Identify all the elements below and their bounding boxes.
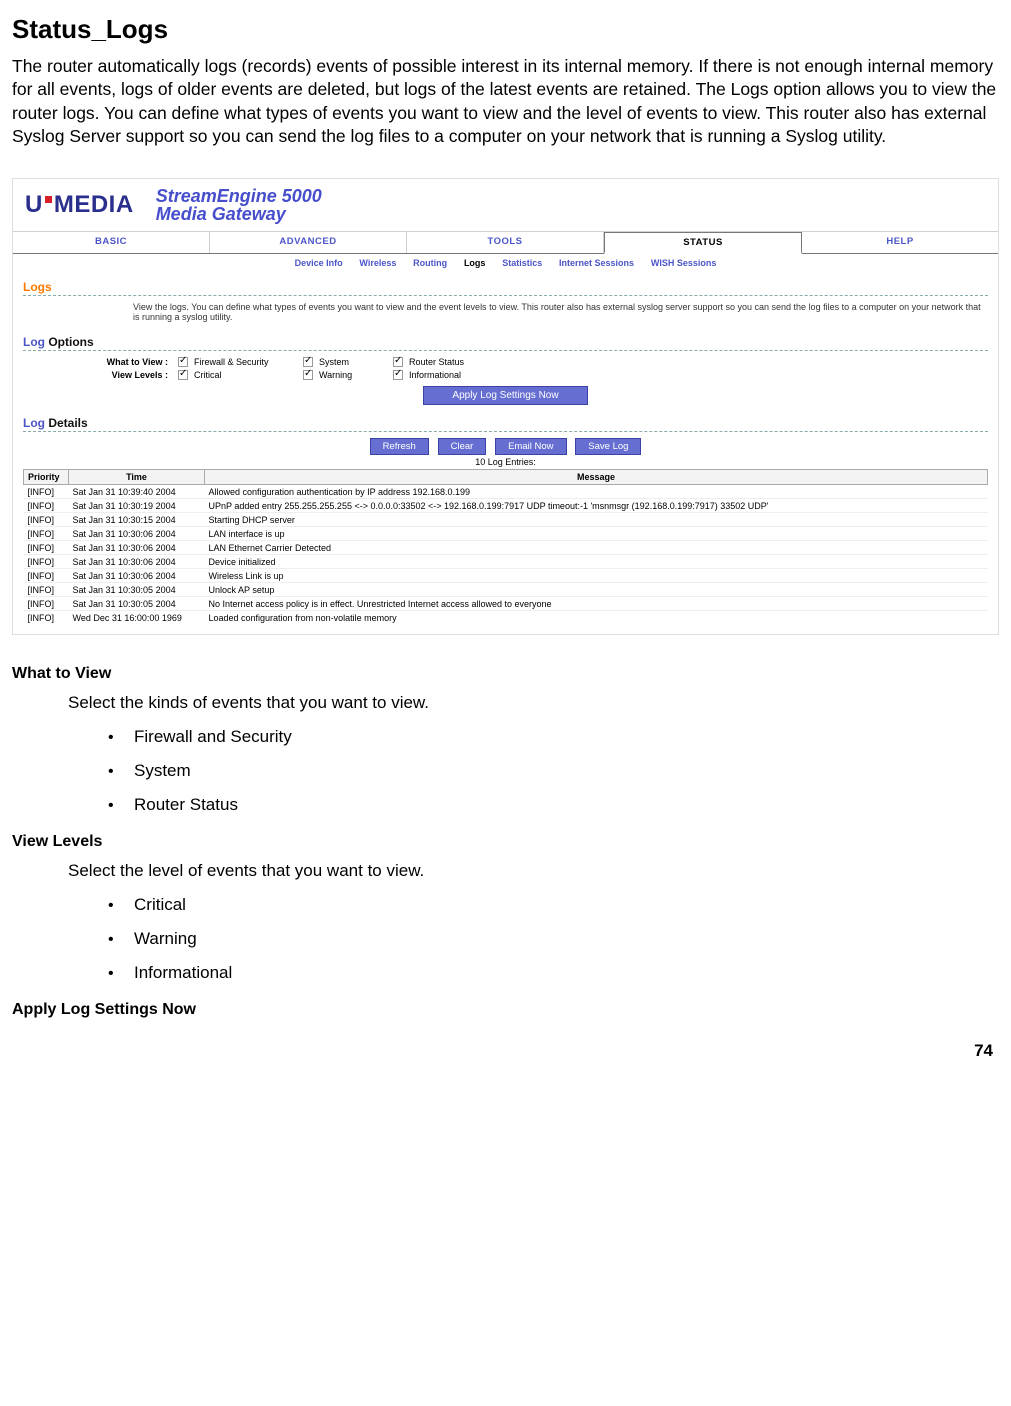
tab-help[interactable]: HELP — [802, 232, 998, 253]
col-time: Time — [69, 470, 205, 485]
list-item: Informational — [108, 963, 999, 983]
def-apply-log-settings: Apply Log Settings Now — [12, 1001, 999, 1019]
tab-tools[interactable]: TOOLS — [407, 232, 604, 253]
what-to-view-row: What to View : Firewall & Security Syste… — [53, 357, 988, 367]
subtab-wireless[interactable]: Wireless — [359, 258, 396, 268]
table-row: [INFO]Sat Jan 31 10:30:06 2004Device ini… — [24, 555, 988, 569]
list-item: Firewall and Security — [108, 727, 999, 747]
def-view-levels-text: Select the level of events that you want… — [68, 861, 999, 881]
table-row: [INFO]Sat Jan 31 10:30:15 2004Starting D… — [24, 513, 988, 527]
subtab-routing[interactable]: Routing — [413, 258, 447, 268]
product-name: StreamEngine 5000 Media Gateway — [156, 187, 322, 223]
list-item: Router Status — [108, 795, 999, 815]
main-nav: BASIC ADVANCED TOOLS STATUS HELP — [13, 231, 998, 254]
logo-u: U — [25, 191, 43, 219]
col-message: Message — [205, 470, 988, 485]
option-system: System — [319, 357, 349, 367]
option-informational: Informational — [409, 370, 461, 380]
log-table: Priority Time Message [INFO]Sat Jan 31 1… — [23, 469, 988, 624]
log-entries-count: 10 Log Entries: — [23, 457, 988, 467]
clear-button[interactable]: Clear — [438, 438, 487, 455]
subtab-wish-sessions[interactable]: WISH Sessions — [651, 258, 717, 268]
checkbox-informational[interactable] — [393, 370, 403, 380]
refresh-button[interactable]: Refresh — [370, 438, 429, 455]
product-line-2: Media Gateway — [156, 205, 322, 223]
option-warning: Warning — [319, 370, 352, 380]
brand-logo: U MEDIA — [25, 191, 134, 219]
option-router-status: Router Status — [409, 357, 464, 367]
option-critical: Critical — [194, 370, 222, 380]
sub-nav: Device Info Wireless Routing Logs Statis… — [13, 254, 998, 273]
logo-red-square-icon — [45, 196, 52, 203]
section-logs-header: Logs — [23, 277, 988, 296]
save-log-button[interactable]: Save Log — [575, 438, 641, 455]
list-item: System — [108, 761, 999, 781]
checkbox-router-status[interactable] — [393, 357, 403, 367]
table-row: [INFO]Sat Jan 31 10:30:06 2004LAN Ethern… — [24, 541, 988, 555]
view-levels-row: View Levels : Critical Warning Informati… — [53, 370, 988, 380]
subtab-logs[interactable]: Logs — [464, 258, 486, 268]
col-priority: Priority — [24, 470, 69, 485]
what-to-view-label: What to View : — [53, 357, 168, 367]
checkbox-firewall-security[interactable] — [178, 357, 188, 367]
table-row: [INFO]Sat Jan 31 10:30:05 2004No Interne… — [24, 597, 988, 611]
table-row: [INFO]Sat Jan 31 10:30:19 2004UPnP added… — [24, 499, 988, 513]
view-levels-label: View Levels : — [53, 370, 168, 380]
section-log-details-header: Log Details — [23, 413, 988, 432]
tab-basic[interactable]: BASIC — [13, 232, 210, 253]
list-item: Critical — [108, 895, 999, 915]
table-row: [INFO]Sat Jan 31 10:30:06 2004LAN interf… — [24, 527, 988, 541]
email-now-button[interactable]: Email Now — [495, 438, 566, 455]
def-what-to-view: What to View — [12, 665, 999, 683]
header-banner: U MEDIA StreamEngine 5000 Media Gateway — [13, 179, 998, 231]
table-row: [INFO]Wed Dec 31 16:00:00 1969Loaded con… — [24, 611, 988, 625]
checkbox-critical[interactable] — [178, 370, 188, 380]
table-row: [INFO]Sat Jan 31 10:39:40 2004Allowed co… — [24, 485, 988, 499]
def-view-levels: View Levels — [12, 833, 999, 851]
subtab-device-info[interactable]: Device Info — [295, 258, 343, 268]
def-what-to-view-text: Select the kinds of events that you want… — [68, 693, 999, 713]
section-log-options-header: Log Options — [23, 332, 988, 351]
intro-paragraph: The router automatically logs (records) … — [12, 55, 999, 148]
tab-status[interactable]: STATUS — [604, 232, 802, 254]
table-row: [INFO]Sat Jan 31 10:30:05 2004Unlock AP … — [24, 583, 988, 597]
checkbox-warning[interactable] — [303, 370, 313, 380]
list-item: Warning — [108, 929, 999, 949]
table-row: [INFO]Sat Jan 31 10:30:06 2004Wireless L… — [24, 569, 988, 583]
tab-advanced[interactable]: ADVANCED — [210, 232, 407, 253]
checkbox-system[interactable] — [303, 357, 313, 367]
option-firewall-security: Firewall & Security — [194, 357, 269, 367]
product-line-1: StreamEngine 5000 — [156, 187, 322, 205]
subtab-internet-sessions[interactable]: Internet Sessions — [559, 258, 634, 268]
page-number: 74 — [974, 1041, 993, 1061]
logo-suffix: MEDIA — [54, 191, 134, 219]
page-title: Status_Logs — [12, 14, 999, 45]
router-screenshot: U MEDIA StreamEngine 5000 Media Gateway … — [12, 178, 999, 635]
apply-log-settings-button[interactable]: Apply Log Settings Now — [423, 386, 587, 405]
logs-description: View the logs. You can define what types… — [133, 302, 988, 322]
subtab-statistics[interactable]: Statistics — [502, 258, 542, 268]
